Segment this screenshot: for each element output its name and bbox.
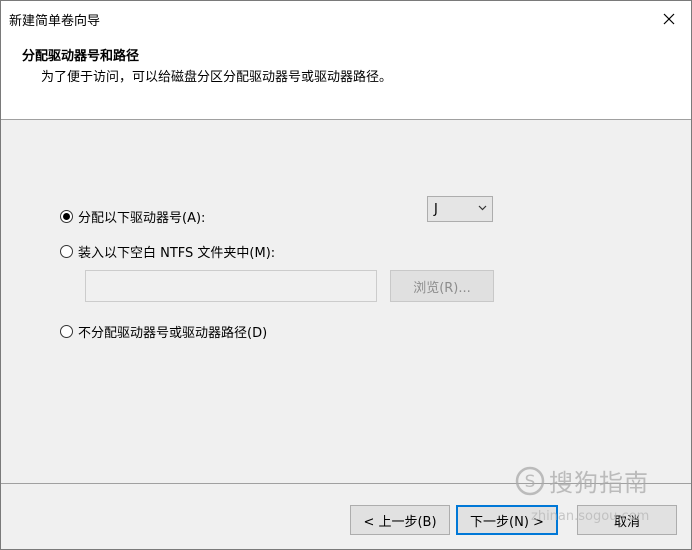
mount-folder-radio[interactable] [60,245,73,258]
close-button[interactable] [647,1,691,37]
page-subtitle: 为了便于访问，可以给磁盘分区分配驱动器号或驱动器路径。 [41,70,393,85]
watermark: S 搜狗指南 [515,463,649,498]
sogou-logo-icon: S [515,466,545,495]
watermark-url: zhinan.sogou.com [531,509,650,524]
assign-letter-label: 分配以下驱动器号(A): [78,211,206,226]
page-title: 分配驱动器号和路径 [22,49,140,64]
drive-letter-select[interactable]: J [427,196,493,222]
window-title: 新建简单卷向导 [9,14,101,29]
chevron-down-icon [478,205,487,211]
assign-letter-option[interactable]: 分配以下驱动器号(A): [60,207,205,226]
radio-selected-dot [63,213,70,220]
no-assign-option[interactable]: 不分配驱动器号或驱动器路径(D) [60,322,267,341]
wizard-header: 分配驱动器号和路径 为了便于访问，可以给磁盘分区分配驱动器号或驱动器路径。 [1,37,691,119]
no-assign-radio[interactable] [60,325,73,338]
watermark-text: 搜狗指南 [549,469,649,497]
header-divider [1,119,691,120]
folder-path-input[interactable] [85,270,377,302]
svg-text:S: S [525,472,536,492]
assign-letter-radio[interactable] [60,210,73,223]
mount-folder-label: 装入以下空白 NTFS 文件夹中(M): [78,246,276,261]
no-assign-label: 不分配驱动器号或驱动器路径(D) [78,326,268,341]
title-bar: 新建简单卷向导 [1,1,691,37]
mount-folder-option[interactable]: 装入以下空白 NTFS 文件夹中(M): [60,242,275,261]
browse-button[interactable]: 浏览(R)... [390,270,494,302]
drive-letter-value: J [434,202,438,217]
wizard-window: 新建简单卷向导 分配驱动器号和路径 为了便于访问，可以给磁盘分区分配驱动器号或驱… [0,0,692,550]
back-button[interactable]: < 上一步(B) [350,505,450,535]
close-icon [663,13,675,25]
